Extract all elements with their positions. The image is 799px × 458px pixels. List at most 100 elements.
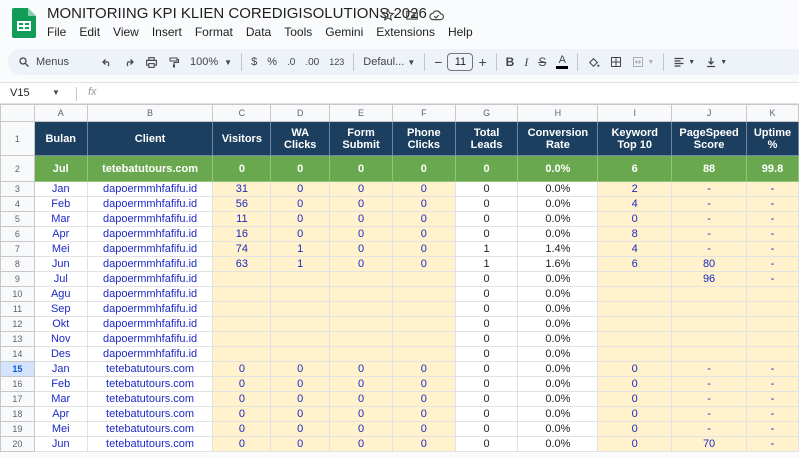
table-cell[interactable]: 0	[270, 406, 331, 422]
table-cell[interactable]: 4	[597, 241, 673, 257]
sheets-logo-icon[interactable]	[12, 8, 36, 38]
summary-cell[interactable]: 0	[212, 155, 272, 182]
table-cell[interactable]: 0.0%	[517, 346, 599, 362]
table-cell[interactable]: tetebatutours.com	[86, 361, 214, 377]
table-cell[interactable]	[329, 316, 393, 332]
fill-color-button[interactable]	[582, 51, 605, 73]
row-header[interactable]: 14	[0, 346, 35, 362]
table-cell[interactable]: dapoermmhfafifu.id	[86, 286, 214, 302]
header-cell[interactable]: Phone Clicks	[391, 121, 456, 156]
row-header[interactable]: 18	[0, 406, 35, 422]
select-all-corner[interactable]	[0, 104, 35, 122]
table-cell[interactable]: Des	[33, 346, 88, 362]
table-cell[interactable]: dapoermmhfafifu.id	[86, 226, 214, 242]
table-cell[interactable]: 0.0%	[517, 361, 599, 377]
table-cell[interactable]: Agu	[33, 286, 88, 302]
table-cell[interactable]	[212, 346, 272, 362]
summary-cell[interactable]: 0	[270, 155, 331, 182]
document-title[interactable]: MONITORIING KPI KLIEN COREDIGISOLUTIONS …	[47, 5, 427, 22]
table-cell[interactable]: -	[746, 361, 799, 377]
row-header[interactable]: 5	[0, 211, 35, 227]
table-cell[interactable]: Mei	[33, 421, 88, 437]
table-cell[interactable]: 0	[329, 436, 393, 452]
table-cell[interactable]: 1.4%	[517, 241, 599, 257]
table-cell[interactable]: -	[746, 196, 799, 212]
table-cell[interactable]	[746, 301, 799, 317]
table-cell[interactable]	[329, 301, 393, 317]
row-header[interactable]: 2	[0, 155, 35, 182]
column-header-i[interactable]: I	[597, 104, 673, 122]
row-header[interactable]: 1	[0, 121, 35, 156]
increase-font-size-button[interactable]: +	[473, 51, 491, 73]
table-cell[interactable]	[391, 271, 456, 287]
table-cell[interactable]: Okt	[33, 316, 88, 332]
row-header[interactable]: 17	[0, 391, 35, 407]
table-cell[interactable]	[391, 346, 456, 362]
table-cell[interactable]	[329, 271, 393, 287]
more-formats-button[interactable]: 123	[324, 51, 349, 73]
table-cell[interactable]: dapoermmhfafifu.id	[86, 301, 214, 317]
undo-button[interactable]	[96, 51, 118, 73]
table-cell[interactable]: 1	[270, 241, 331, 257]
borders-button[interactable]	[605, 51, 627, 73]
table-cell[interactable]: 0	[597, 211, 673, 227]
table-cell[interactable]: 0.0%	[517, 391, 599, 407]
table-cell[interactable]: 0.0%	[517, 226, 599, 242]
table-cell[interactable]: -	[746, 391, 799, 407]
table-cell[interactable]: 0	[391, 211, 456, 227]
row-header[interactable]: 20	[0, 436, 35, 452]
summary-cell[interactable]: 0	[454, 155, 519, 182]
row-header[interactable]: 13	[0, 331, 35, 347]
table-cell[interactable]: 0	[212, 391, 272, 407]
table-cell[interactable]: 70	[671, 436, 748, 452]
table-cell[interactable]: 0	[329, 406, 393, 422]
table-cell[interactable]: 0	[597, 421, 673, 437]
row-header[interactable]: 16	[0, 376, 35, 392]
search-menus-button[interactable]: Menus	[8, 51, 74, 73]
menu-view[interactable]: View	[113, 25, 144, 39]
table-cell[interactable]	[597, 331, 673, 347]
horizontal-align-button[interactable]: ▼	[668, 51, 700, 73]
table-cell[interactable]	[597, 271, 673, 287]
summary-cell[interactable]: Jul	[33, 155, 88, 182]
table-cell[interactable]: 0	[597, 361, 673, 377]
summary-cell[interactable]: 0	[329, 155, 393, 182]
decrease-decimal-button[interactable]: .0	[282, 51, 300, 73]
header-cell[interactable]: WA Clicks	[270, 121, 331, 156]
menu-format[interactable]: Format	[195, 25, 238, 39]
table-cell[interactable]: 0	[329, 421, 393, 437]
table-cell[interactable]: 0	[212, 406, 272, 422]
menu-data[interactable]: Data	[246, 25, 276, 39]
increase-decimal-button[interactable]: .00	[300, 51, 324, 73]
table-cell[interactable]: Jun	[33, 436, 88, 452]
table-cell[interactable]: 2	[597, 181, 673, 197]
summary-cell[interactable]: 6	[597, 155, 673, 182]
summary-cell[interactable]: 0.0%	[517, 155, 599, 182]
table-cell[interactable]: -	[671, 211, 748, 227]
row-header[interactable]: 15	[0, 361, 35, 377]
menu-extensions[interactable]: Extensions	[376, 25, 440, 39]
table-cell[interactable]	[329, 286, 393, 302]
menu-gemini[interactable]: Gemini	[325, 25, 368, 39]
table-cell[interactable]: dapoermmhfafifu.id	[86, 316, 214, 332]
table-cell[interactable]	[746, 316, 799, 332]
table-cell[interactable]: dapoermmhfafifu.id	[86, 181, 214, 197]
table-cell[interactable]	[391, 331, 456, 347]
table-cell[interactable]: dapoermmhfafifu.id	[86, 241, 214, 257]
table-cell[interactable]	[597, 346, 673, 362]
table-cell[interactable]: 0	[454, 196, 519, 212]
table-cell[interactable]	[270, 316, 331, 332]
table-cell[interactable]: 0	[329, 226, 393, 242]
menu-tools[interactable]: Tools	[284, 25, 317, 39]
table-cell[interactable]: 0	[454, 391, 519, 407]
header-cell[interactable]: Client	[86, 121, 214, 156]
table-cell[interactable]: 0.0%	[517, 316, 599, 332]
table-cell[interactable]: dapoermmhfafifu.id	[86, 271, 214, 287]
table-cell[interactable]: 0	[597, 376, 673, 392]
table-cell[interactable]: -	[746, 226, 799, 242]
table-cell[interactable]: 0.0%	[517, 286, 599, 302]
cloud-status-icon[interactable]	[428, 7, 444, 23]
table-cell[interactable]	[671, 346, 748, 362]
table-cell[interactable]: 0.0%	[517, 271, 599, 287]
table-cell[interactable]	[270, 271, 331, 287]
